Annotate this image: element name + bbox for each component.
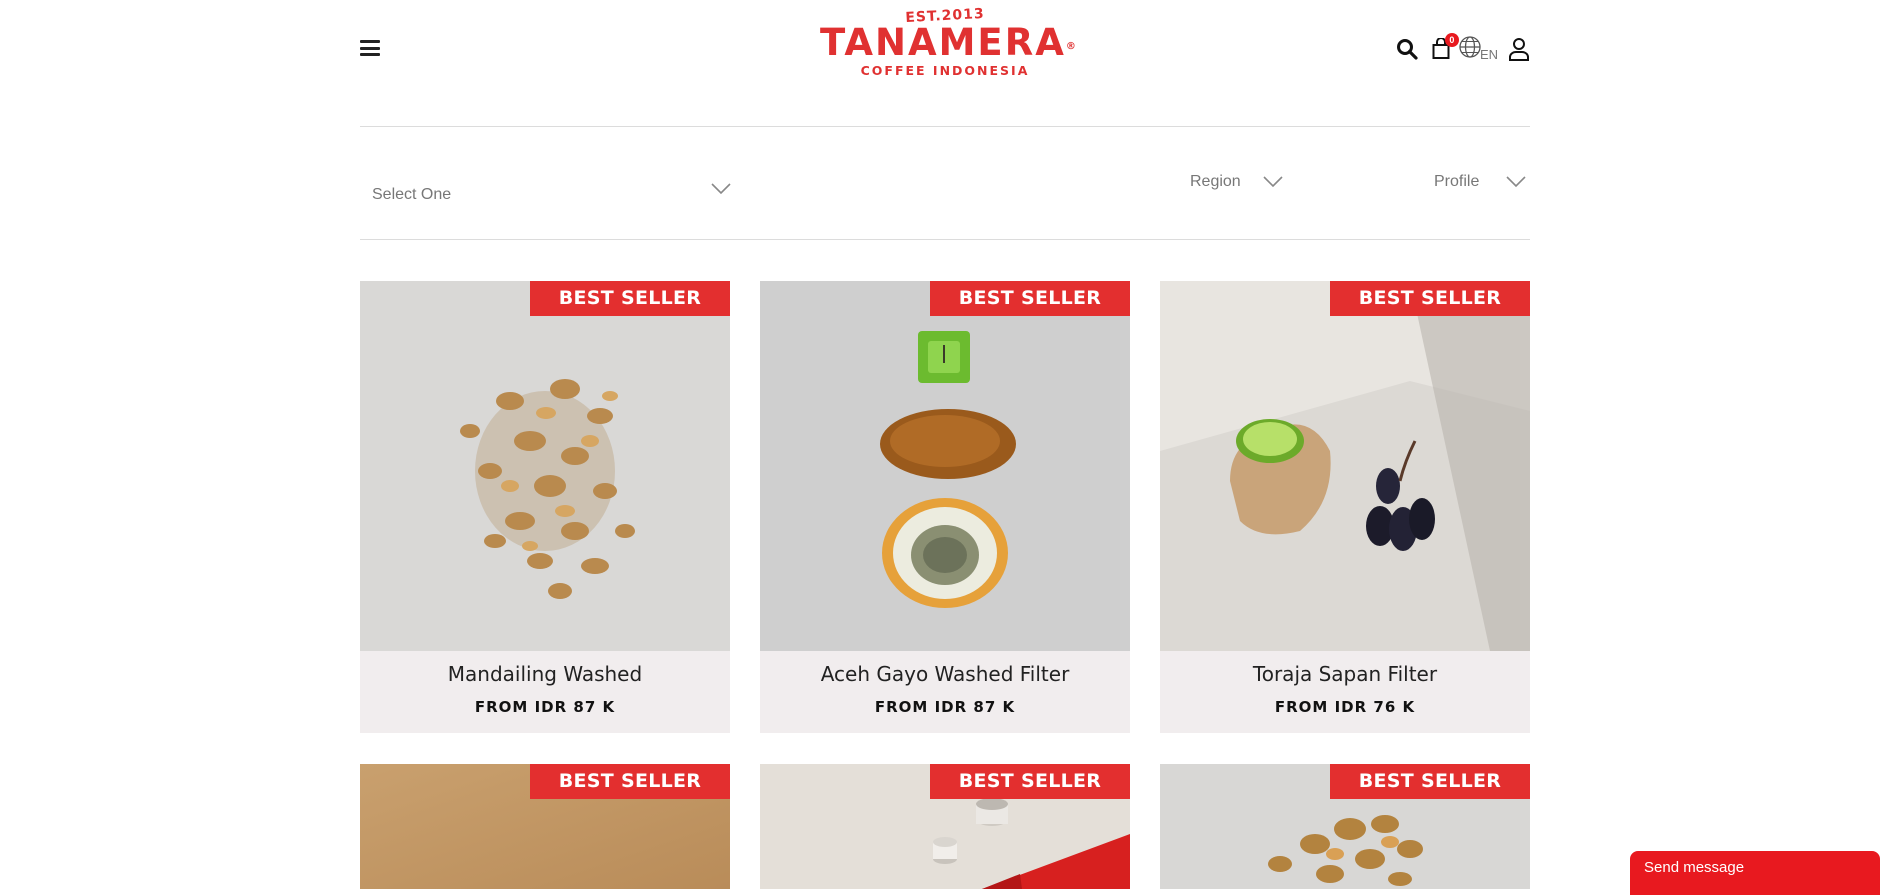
user-icon[interactable]	[1508, 37, 1530, 61]
send-message-button[interactable]: Send message	[1630, 851, 1880, 895]
best-seller-badge: BEST SELLER	[930, 281, 1130, 316]
product-name[interactable]: Aceh Gayo Washed Filter	[760, 662, 1130, 686]
site-logo[interactable]: EST.2013 TANAMERA® COFFEE INDONESIA	[820, 4, 1078, 94]
logo-brand: TANAMERA®	[820, 21, 1078, 64]
search-icon[interactable]	[1396, 38, 1418, 60]
profile-filter-label: Profile	[1434, 173, 1480, 190]
chevron-down-icon	[711, 182, 731, 200]
site-header: EST.2013 TANAMERA® COFFEE INDONESIA 0 EN	[360, 0, 1530, 127]
product-image[interactable]: BEST SELLER	[360, 764, 730, 889]
product-image[interactable]: BEST SELLER	[1160, 764, 1530, 889]
logo-subtitle: COFFEE INDONESIA	[860, 63, 1030, 78]
product-info: Aceh Gayo Washed Filter FROM IDR 87 K	[760, 651, 1130, 733]
category-select-label: Select One	[372, 186, 452, 203]
product-image[interactable]: BEST SELLER	[1160, 281, 1530, 651]
product-info: Toraja Sapan Filter FROM IDR 76 K	[1160, 651, 1530, 733]
product-image[interactable]: BEST SELLER	[360, 281, 730, 651]
best-seller-badge: BEST SELLER	[1330, 281, 1530, 316]
hamburger-icon[interactable]	[360, 40, 380, 56]
product-image[interactable]: BEST SELLER	[760, 281, 1130, 651]
product-price: FROM IDR 87 K	[874, 698, 1016, 716]
product-price: FROM IDR 76 K	[1274, 698, 1416, 716]
profile-filter[interactable]: Profile	[1434, 173, 1530, 195]
globe-icon	[1458, 35, 1482, 64]
product-price: FROM IDR 87 K	[474, 698, 616, 716]
category-select[interactable]: Select One	[372, 183, 731, 208]
chevron-down-icon	[1506, 175, 1526, 193]
product-info: Mandailing Washed FROM IDR 87 K	[360, 651, 730, 733]
language-code: EN	[1479, 46, 1498, 62]
region-filter-label: Region	[1190, 173, 1241, 190]
best-seller-badge: BEST SELLER	[1330, 764, 1530, 799]
cart-icon[interactable]: 0	[1432, 33, 1459, 60]
best-seller-badge: BEST SELLER	[530, 764, 730, 799]
cart-count-badge: 0	[1444, 33, 1459, 47]
product-image[interactable]: BEST SELLER	[760, 764, 1130, 889]
filter-divider	[360, 239, 1530, 240]
product-name[interactable]: Toraja Sapan Filter	[1160, 662, 1530, 686]
language-selector[interactable]: EN	[1458, 35, 1498, 64]
header-icons: 0 EN	[1396, 33, 1530, 64]
region-filter[interactable]: Region	[1190, 173, 1290, 195]
best-seller-badge: BEST SELLER	[930, 764, 1130, 799]
page-container: EST.2013 TANAMERA® COFFEE INDONESIA 0 EN	[360, 0, 1530, 889]
product-name[interactable]: Mandailing Washed	[360, 662, 730, 686]
chevron-down-icon	[1263, 175, 1283, 193]
header-divider	[360, 126, 1530, 127]
best-seller-badge: BEST SELLER	[530, 281, 730, 316]
